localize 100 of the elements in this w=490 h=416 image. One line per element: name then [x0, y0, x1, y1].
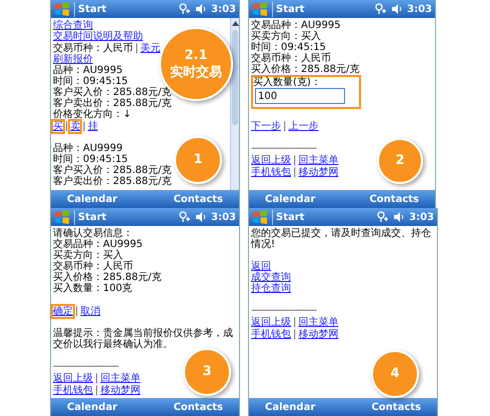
info-text: 请确认交易信息： — [53, 228, 133, 239]
info-text: 品种：AU9995 — [53, 65, 123, 76]
info-text: 买卖方向：买入 — [251, 31, 321, 42]
softkey[interactable]: Calendar — [265, 400, 316, 414]
link[interactable]: 综合查询 — [53, 20, 93, 31]
link[interactable]: 手机钱包 — [251, 329, 291, 340]
badge-label: 实时交易 — [170, 64, 222, 81]
clock-time[interactable]: 3:03 — [211, 2, 236, 16]
info-text: 买卖方向：买入 — [53, 250, 123, 261]
badge-label: 1 — [193, 151, 203, 170]
windows-logo-icon[interactable] — [252, 2, 268, 16]
info-text: 时间：09:45:15 — [53, 76, 128, 87]
windows-logo-icon[interactable] — [252, 210, 268, 224]
connectivity-icon[interactable] — [377, 211, 390, 223]
info-text: 价格变化方向：↓ — [53, 109, 132, 120]
speaker-icon[interactable] — [195, 3, 208, 15]
info-text: 交易币种：人民币 — [251, 53, 331, 64]
start-menu-label[interactable]: Start — [74, 210, 106, 224]
badge-label: 3 — [202, 363, 212, 382]
start-menu-label[interactable]: Start — [74, 2, 106, 16]
link[interactable]: 回主菜单 — [298, 317, 338, 328]
link[interactable]: 取消 — [80, 306, 100, 317]
link[interactable]: 返回上级 — [53, 373, 93, 384]
link[interactable]: 返回 — [251, 261, 271, 272]
link[interactable]: 返回上级 — [251, 317, 291, 328]
softkey[interactable]: Contacts — [173, 400, 223, 414]
start-menu-label[interactable]: Start — [272, 210, 304, 224]
connectivity-icon[interactable] — [179, 211, 192, 223]
link[interactable]: 美元 — [140, 43, 160, 54]
link[interactable]: 回主菜单 — [298, 155, 338, 166]
badge-label: 4 — [390, 365, 400, 384]
connectivity-icon[interactable] — [179, 3, 192, 15]
softkey[interactable]: Contacts — [369, 192, 419, 206]
link[interactable]: 刷新报价 — [53, 54, 93, 65]
speaker-icon[interactable] — [391, 3, 404, 15]
softkey[interactable]: Contacts — [173, 192, 223, 206]
clock-time[interactable]: 3:03 — [407, 2, 432, 16]
info-text: 买入价格：285.88元/克 — [53, 272, 162, 283]
softkey[interactable]: Calendar — [67, 192, 118, 206]
info-text: 交易品种：AU9995 — [53, 239, 143, 250]
info-text: 交易品种：AU9995 — [251, 20, 341, 31]
windows-logo-icon[interactable] — [54, 2, 70, 16]
scrollbar[interactable] — [230, 18, 239, 190]
badge-label: 2.1 — [184, 47, 208, 64]
info-text: 交易币种：人民币 — [53, 261, 133, 272]
dashed-rule: ------------------------- — [53, 361, 118, 372]
windows-logo-icon[interactable] — [54, 210, 70, 224]
info-text: 时间：09:45:15 — [251, 42, 326, 53]
info-text: 交易币种：人民币 — [53, 43, 133, 54]
link[interactable]: 上一步 — [288, 121, 318, 132]
speaker-icon[interactable] — [195, 211, 208, 223]
info-text: 客户买入价：285.88元/克 — [53, 87, 172, 98]
info-text: 买入数量：100克 — [53, 283, 132, 294]
link[interactable]: 交易时间说明及帮助 — [53, 31, 143, 42]
clock-time[interactable]: 3:03 — [211, 210, 236, 224]
link[interactable]: 下一步 — [251, 121, 281, 132]
info-text: 客户卖出价：285.88元/克 — [53, 176, 172, 187]
separator: | — [95, 385, 98, 396]
link[interactable]: 手机钱包 — [251, 167, 291, 178]
link[interactable]: 回主菜单 — [100, 373, 140, 384]
link[interactable]: 移动梦网 — [298, 167, 338, 178]
link[interactable]: 挂 — [88, 121, 98, 132]
clock-time[interactable]: 3:03 — [409, 210, 434, 224]
field-label: 买入数量(克)： — [253, 77, 322, 88]
link[interactable]: 卖 — [70, 121, 80, 132]
separator: | — [293, 317, 296, 328]
link[interactable]: 买 — [53, 121, 63, 132]
separator: | — [283, 121, 286, 132]
info-text: 买入价格：285.88元/克 — [251, 64, 360, 75]
link[interactable]: 手机钱包 — [53, 385, 93, 396]
link[interactable]: 成交查询 — [251, 272, 291, 283]
separator: | — [82, 121, 86, 132]
info-text: 温馨提示：贵金属当前报价仅供参考，成交价以我行最终确认为准。 — [53, 328, 234, 350]
badge-label: 2 — [395, 152, 405, 170]
link[interactable]: 移动梦网 — [298, 329, 338, 340]
link[interactable]: 返回上级 — [251, 155, 291, 166]
link[interactable]: 持仓查询 — [251, 283, 291, 294]
info-text: 您的交易已提交，请及时查询成交、持仓情况! — [251, 228, 432, 250]
dashed-rule: ------------------------- — [251, 305, 316, 316]
info-text: 客户卖出价：285.88元/克 — [53, 98, 172, 109]
separator: | — [75, 306, 78, 317]
quantity-field[interactable]: 100 — [255, 88, 345, 104]
softkey[interactable]: Calendar — [265, 192, 316, 206]
start-menu-label[interactable]: Start — [272, 2, 304, 16]
separator: | — [135, 43, 138, 54]
info-text: 时间：09:45:15 — [53, 154, 128, 165]
info-text: 客户买入价：285.88元/克 — [53, 165, 172, 176]
speaker-icon[interactable] — [393, 211, 406, 223]
separator: | — [95, 373, 98, 384]
softkey[interactable]: Calendar — [67, 400, 118, 414]
dashed-rule: ------------------------- — [251, 143, 316, 154]
link[interactable]: 确定 — [53, 306, 73, 317]
separator: | — [293, 329, 296, 340]
connectivity-icon[interactable] — [375, 3, 388, 15]
separator: | — [65, 121, 68, 132]
separator: | — [293, 167, 296, 178]
softkey[interactable]: Contacts — [371, 400, 421, 414]
separator: | — [293, 155, 296, 166]
info-text: 品种：AU9999 — [53, 143, 123, 154]
link[interactable]: 移动梦网 — [100, 385, 140, 396]
